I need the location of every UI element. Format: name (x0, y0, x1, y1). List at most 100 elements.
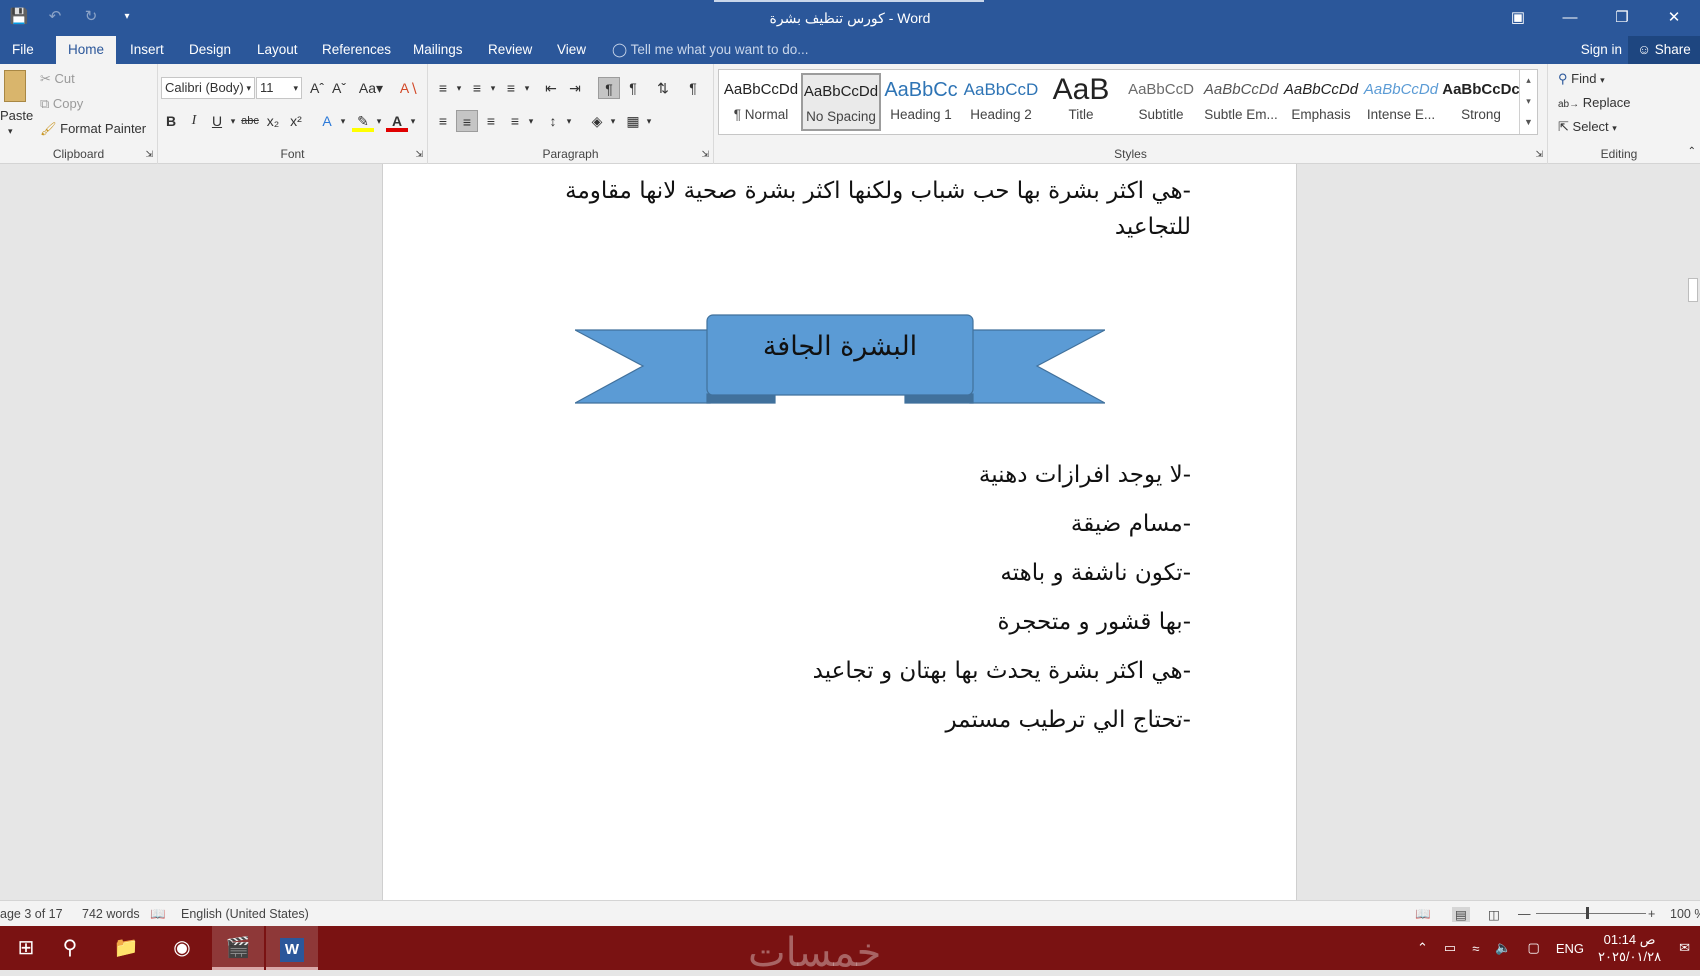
chevron-up-icon[interactable]: ▴ (1520, 70, 1537, 91)
tab-file[interactable]: File (0, 36, 46, 64)
video-editor-icon[interactable]: 🎬 (212, 926, 264, 970)
paste-label[interactable]: Paste (0, 108, 33, 123)
zoom-in-icon[interactable]: + (1648, 907, 1655, 921)
collapse-ribbon-icon[interactable]: ⌃ (1688, 146, 1696, 157)
tell-me-box[interactable]: ◯ Tell me what you want to do... (612, 36, 808, 64)
show-formatting-icon[interactable]: ¶ (682, 77, 704, 99)
bullet-line[interactable]: -بها قشور و متحجرة (997, 609, 1191, 635)
format-painter-button[interactable]: 🖌 Format Painter (40, 121, 146, 137)
style-no-spacing[interactable]: AaBbCcDd No Spacing (801, 73, 881, 131)
style-strong[interactable]: AaBbCcDc Strong (1441, 73, 1521, 131)
bullet-line[interactable]: -تحتاج الي ترطيب مستمر (945, 707, 1191, 733)
language-indicator[interactable]: English (United States) (181, 907, 309, 921)
tab-design[interactable]: Design (177, 36, 243, 64)
style-normal[interactable]: AaBbCcDd ¶ Normal (721, 73, 801, 131)
input-language[interactable]: ENG (1556, 941, 1584, 956)
rtl-direction-icon[interactable]: ¶ (598, 77, 620, 99)
search-icon[interactable]: ⚲ (44, 926, 96, 970)
tab-references[interactable]: References (310, 36, 403, 64)
font-size-combo[interactable]: 11 ▾ (256, 77, 302, 99)
copy-button[interactable]: ⧉ Copy (40, 96, 83, 112)
superscript-icon[interactable]: x² (285, 110, 307, 132)
select-button[interactable]: ⇱ Select ▾ (1558, 119, 1617, 135)
vertical-scrollbar[interactable] (1686, 164, 1700, 900)
proofing-icon[interactable]: 📖 (150, 907, 166, 922)
web-layout-icon[interactable]: ◫ (1488, 907, 1500, 922)
style-subtle-emphasis[interactable]: AaBbCcDd Subtle Em... (1201, 73, 1281, 131)
italic-button[interactable]: I (183, 110, 205, 132)
styles-launcher-icon[interactable]: ⇲ (1535, 149, 1543, 160)
shading-dropdown-icon[interactable]: ▾ (602, 110, 624, 132)
zoom-slider-thumb[interactable] (1586, 907, 1589, 919)
word-count[interactable]: 742 words (82, 907, 140, 921)
tab-home[interactable]: Home (56, 36, 117, 64)
bold-button[interactable]: B (160, 110, 182, 132)
tab-insert[interactable]: Insert (118, 36, 176, 64)
chrome-icon[interactable]: ◉ (156, 926, 208, 970)
document-page[interactable]: -هي اكثر بشرة بها حب شباب ولكنها اكثر بش… (382, 164, 1297, 900)
increase-indent-icon[interactable]: ⇥ (564, 77, 586, 99)
paragraph-launcher-icon[interactable]: ⇲ (701, 149, 709, 160)
cut-button[interactable]: ✂ Cut (40, 71, 75, 87)
share-button[interactable]: ☺ Share (1628, 36, 1700, 64)
minimize-icon[interactable]: — (1544, 0, 1596, 36)
justify-dropdown-icon[interactable]: ▾ (520, 110, 542, 132)
tab-review[interactable]: Review (476, 36, 544, 64)
find-button[interactable]: ⚲ Find ▾ (1558, 71, 1605, 87)
sort-icon[interactable]: ⇅ (652, 77, 674, 99)
shrink-font-icon[interactable]: Aˇ (328, 77, 350, 99)
battery-icon[interactable]: ▭ (1444, 940, 1456, 956)
scrollbar-thumb[interactable] (1688, 278, 1698, 302)
ribbon-banner-shape[interactable]: البشرة الجافة (574, 310, 1106, 420)
style-emphasis[interactable]: AaBbCcDd Emphasis (1281, 73, 1361, 131)
align-left-icon[interactable]: ≡ (432, 110, 454, 132)
style-heading-1[interactable]: AaBbCc Heading 1 (881, 73, 961, 131)
paragraph-intro-line1[interactable]: -هي اكثر بشرة بها حب شباب ولكنها اكثر بش… (565, 178, 1191, 204)
ime-icon[interactable]: ▢ (1528, 940, 1540, 956)
bullet-line[interactable]: -هي اكثر بشرة يحدث بها بهتان و تجاعيد (813, 658, 1191, 684)
paragraph-intro-line2[interactable]: للتجاعيد (1115, 214, 1191, 240)
font-launcher-icon[interactable]: ⇲ (415, 149, 423, 160)
paste-dropdown-icon[interactable]: ▾ (8, 126, 13, 137)
strikethrough-button[interactable]: abc (239, 110, 261, 132)
page-count[interactable]: age 3 of 17 (0, 907, 63, 921)
clock[interactable]: 01:14 ص ٢٠٢٥/٠١/٢٨ (1598, 931, 1661, 965)
wifi-icon[interactable]: ≈ (1472, 941, 1479, 956)
chevron-up-icon[interactable]: ⌃ (1417, 940, 1428, 956)
style-title[interactable]: AaB Title (1041, 73, 1121, 131)
word-icon[interactable]: W (266, 926, 318, 970)
notifications-icon[interactable]: ✉ (1679, 940, 1690, 956)
style-intense-emphasis[interactable]: AaBbCcDd Intense E... (1361, 73, 1441, 131)
gallery-more-icon[interactable]: ▼ (1520, 112, 1537, 133)
clipboard-launcher-icon[interactable]: ⇲ (145, 149, 153, 160)
ltr-direction-icon[interactable]: ¶ (622, 77, 644, 99)
font-color-dropdown-icon[interactable]: ▾ (402, 110, 424, 132)
read-mode-icon[interactable]: 📖 (1415, 907, 1431, 922)
borders-dropdown-icon[interactable]: ▾ (638, 110, 660, 132)
align-right-icon[interactable]: ≡ (480, 110, 502, 132)
paste-button[interactable] (0, 70, 32, 110)
tab-view[interactable]: View (545, 36, 598, 64)
bullet-line[interactable]: -تكون ناشفة و باهته (1000, 560, 1191, 586)
print-layout-icon[interactable]: ▤ (1452, 907, 1470, 922)
tab-mailings[interactable]: Mailings (401, 36, 475, 64)
replace-button[interactable]: ab→ Replace (1558, 95, 1630, 110)
grow-font-icon[interactable]: Aˆ (306, 77, 328, 99)
align-center-icon[interactable]: ≡ (456, 110, 478, 132)
subscript-icon[interactable]: x₂ (262, 110, 284, 132)
sign-in-link[interactable]: Sign in (1581, 36, 1622, 64)
zoom-out-icon[interactable]: — (1518, 907, 1531, 921)
restore-icon[interactable]: ❐ (1596, 0, 1648, 36)
style-heading-2[interactable]: AaBbCcD Heading 2 (961, 73, 1041, 131)
text-effects-dropdown-icon[interactable]: ▾ (332, 110, 354, 132)
bullet-line[interactable]: -لا يوجد افرازات دهنية (979, 462, 1191, 488)
chevron-down-icon[interactable]: ▾ (1520, 91, 1537, 112)
style-subtitle[interactable]: AaBbCcD Subtitle (1121, 73, 1201, 131)
file-explorer-icon[interactable]: 📁 (100, 926, 152, 970)
line-spacing-dropdown-icon[interactable]: ▾ (558, 110, 580, 132)
zoom-slider[interactable] (1536, 913, 1646, 914)
change-case-button[interactable]: Aa▾ (356, 77, 386, 99)
bullet-line[interactable]: -مسام ضيقة (1071, 511, 1191, 537)
multilevel-dropdown-icon[interactable]: ▾ (516, 77, 538, 99)
close-icon[interactable]: ✕ (1648, 0, 1700, 36)
